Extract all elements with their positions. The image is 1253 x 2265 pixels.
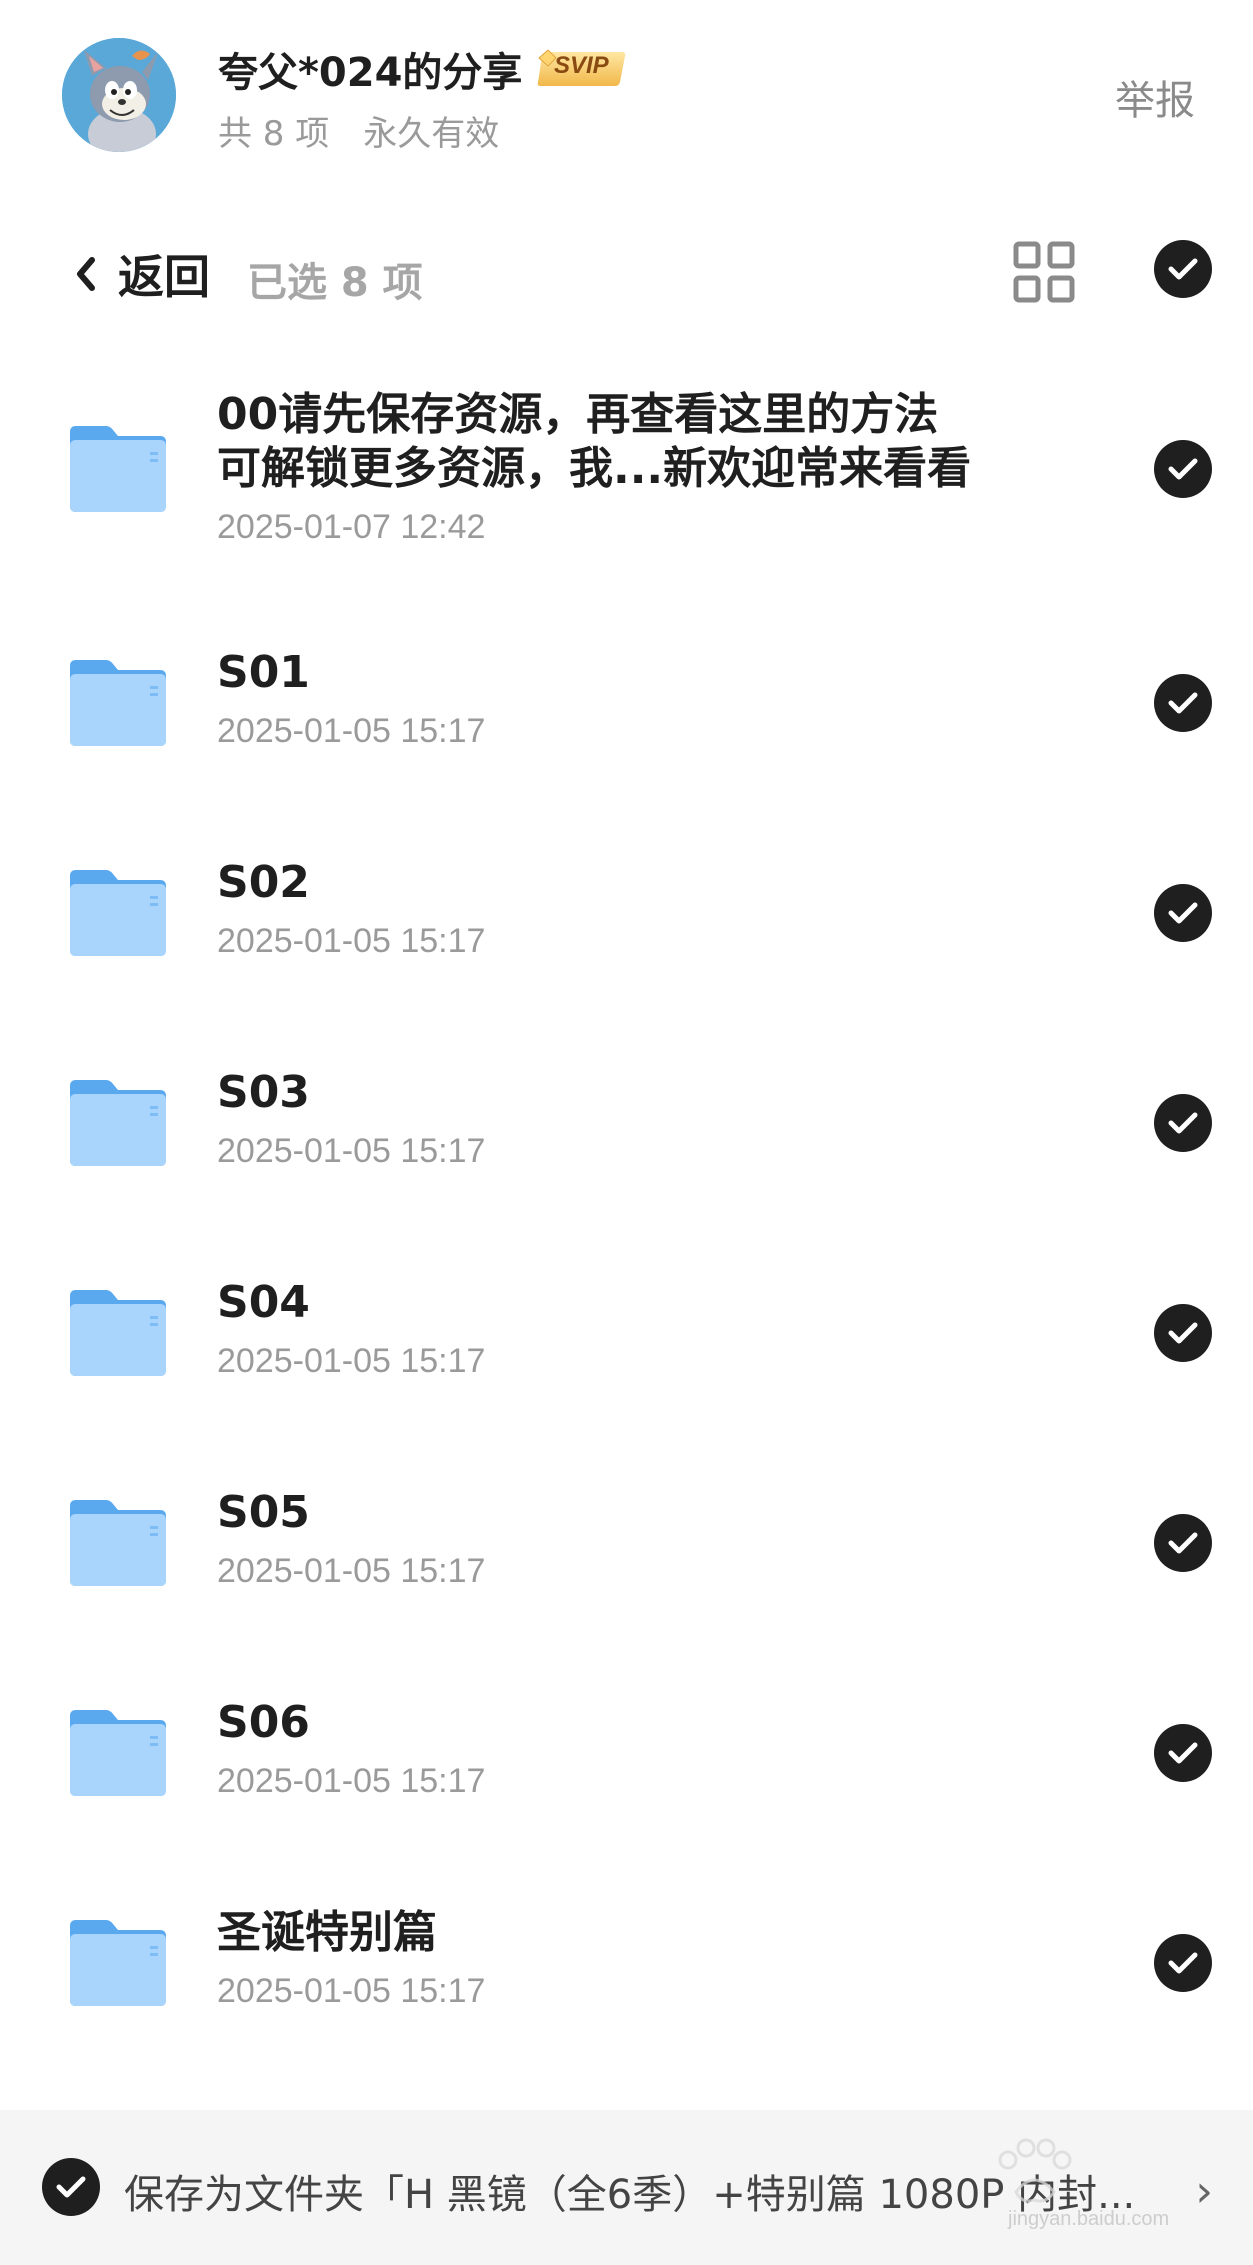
checkmark-icon bbox=[56, 2176, 86, 2198]
report-button[interactable]: 举报 bbox=[1115, 68, 1195, 126]
folder-icon bbox=[70, 660, 166, 746]
file-date: 2025-01-05 15:17 bbox=[217, 1132, 486, 1170]
file-checkbox[interactable] bbox=[1154, 674, 1212, 732]
item-count: 共 8 项 bbox=[218, 114, 330, 154]
file-row[interactable]: 圣诞特别篇 2025-01-05 15:17 bbox=[0, 1858, 1253, 2068]
share-header: 夸父*024的分享 SVIP 共 8 项永久有效 举报 bbox=[0, 0, 1253, 190]
file-name: 圣诞特别篇 bbox=[217, 1907, 437, 1958]
file-date: 2025-01-05 15:17 bbox=[217, 922, 486, 960]
checkmark-icon bbox=[1168, 1112, 1198, 1134]
file-row[interactable]: S03 2025-01-05 15:17 bbox=[0, 1018, 1253, 1228]
folder-icon bbox=[70, 1920, 166, 2006]
file-list: 00请先保存资源，再查看这里的方法 可解锁更多资源，我...新欢迎常来看看 20… bbox=[0, 340, 1253, 2068]
selection-toolbar: 返回 已选 8 项 bbox=[0, 226, 1253, 322]
file-checkbox[interactable] bbox=[1154, 1724, 1212, 1782]
checkmark-icon bbox=[1168, 258, 1198, 280]
folder-icon bbox=[70, 1290, 166, 1376]
checkmark-icon bbox=[1168, 1952, 1198, 1974]
save-folder-checkbox[interactable] bbox=[42, 2158, 100, 2216]
checkmark-icon bbox=[1168, 458, 1198, 480]
file-name: S05 bbox=[217, 1487, 310, 1538]
file-checkbox[interactable] bbox=[1154, 1934, 1212, 1992]
file-row[interactable]: S04 2025-01-05 15:17 bbox=[0, 1228, 1253, 1438]
chevron-left-icon bbox=[77, 257, 95, 291]
checkmark-icon bbox=[1168, 1322, 1198, 1344]
file-name-line2: 可解锁更多资源，我...新欢迎常来看看 bbox=[217, 443, 972, 494]
checkmark-icon bbox=[1168, 1742, 1198, 1764]
file-date: 2025-01-05 15:17 bbox=[217, 1762, 486, 1800]
watermark-logo-icon bbox=[998, 2138, 1072, 2203]
file-name: S01 bbox=[217, 647, 310, 698]
share-meta: 共 8 项永久有效 bbox=[218, 106, 499, 155]
folder-icon bbox=[70, 870, 166, 956]
file-checkbox[interactable] bbox=[1154, 884, 1212, 942]
selected-count: 已选 8 项 bbox=[247, 260, 423, 306]
watermark-text: jingyan.baidu.com bbox=[1008, 2208, 1170, 2230]
file-row[interactable]: S05 2025-01-05 15:17 bbox=[0, 1438, 1253, 1648]
folder-icon bbox=[70, 426, 166, 512]
file-date: 2025-01-07 12:42 bbox=[217, 508, 486, 546]
checkmark-icon bbox=[1168, 692, 1198, 714]
folder-icon bbox=[70, 1080, 166, 1166]
folder-icon bbox=[70, 1710, 166, 1796]
validity: 永久有效 bbox=[363, 114, 500, 154]
file-name: S03 bbox=[217, 1067, 310, 1118]
back-label: 返回 bbox=[118, 250, 210, 304]
file-date: 2025-01-05 15:17 bbox=[217, 1552, 486, 1590]
baidu-jingyan-watermark: jingyan.baidu.com bbox=[968, 2130, 1198, 2240]
grid-view-icon bbox=[1013, 241, 1075, 303]
file-row[interactable]: S02 2025-01-05 15:17 bbox=[0, 808, 1253, 1018]
checkmark-icon bbox=[1168, 1532, 1198, 1554]
file-row[interactable]: 00请先保存资源，再查看这里的方法 可解锁更多资源，我...新欢迎常来看看 20… bbox=[0, 340, 1253, 598]
cat-avatar-icon bbox=[62, 38, 176, 152]
file-name: S06 bbox=[217, 1697, 310, 1748]
save-folder-bar[interactable]: 保存为文件夹「H 黑镜（全6季）+特别篇 1080P 内封... › jingy… bbox=[0, 2110, 1253, 2265]
select-all-checkbox[interactable] bbox=[1154, 240, 1212, 298]
folder-icon bbox=[70, 1500, 166, 1586]
file-checkbox[interactable] bbox=[1154, 1514, 1212, 1572]
checkmark-icon bbox=[1168, 902, 1198, 924]
file-name: 00请先保存资源，再查看这里的方法 bbox=[217, 389, 939, 440]
file-checkbox[interactable] bbox=[1154, 440, 1212, 498]
file-row[interactable]: S06 2025-01-05 15:17 bbox=[0, 1648, 1253, 1858]
share-title: 夸父*024的分享 bbox=[218, 50, 523, 96]
file-checkbox[interactable] bbox=[1154, 1304, 1212, 1362]
file-name: S04 bbox=[217, 1277, 310, 1328]
chevron-right-icon[interactable]: › bbox=[1195, 2166, 1213, 2217]
svip-badge-label: SVIP bbox=[554, 52, 609, 79]
grid-view-button[interactable] bbox=[1012, 240, 1076, 304]
file-date: 2025-01-05 15:17 bbox=[217, 1342, 486, 1380]
file-checkbox[interactable] bbox=[1154, 1094, 1212, 1152]
back-button[interactable]: 返回 bbox=[72, 242, 210, 306]
avatar[interactable] bbox=[62, 38, 176, 152]
svip-badge: SVIP bbox=[536, 46, 628, 90]
file-date: 2025-01-05 15:17 bbox=[217, 1972, 486, 2010]
file-date: 2025-01-05 15:17 bbox=[217, 712, 486, 750]
file-row[interactable]: S01 2025-01-05 15:17 bbox=[0, 598, 1253, 808]
file-name: S02 bbox=[217, 857, 310, 908]
